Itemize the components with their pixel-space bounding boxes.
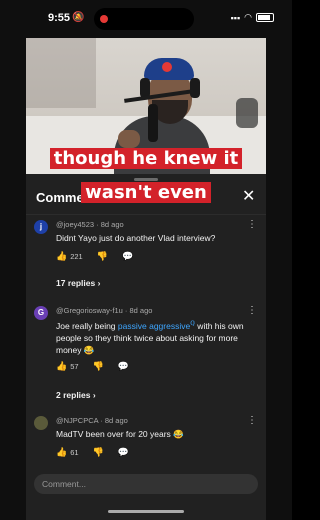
recording-indicator xyxy=(100,15,108,23)
video-background xyxy=(26,38,96,108)
like-count: 221 xyxy=(70,252,83,261)
chevron-right-icon: › xyxy=(92,390,96,400)
view-replies-button[interactable]: 2 replies › xyxy=(56,390,96,400)
comment-input[interactable]: Comment... xyxy=(34,474,258,494)
signal-icon: ▪▪▪ xyxy=(230,12,241,23)
video-headphones xyxy=(236,98,258,128)
like-count: 61 xyxy=(70,448,79,457)
replies-label: 17 replies xyxy=(56,278,96,288)
more-options-icon[interactable]: ⋮ xyxy=(247,219,257,230)
view-replies-button[interactable]: 17 replies › xyxy=(56,278,100,288)
phone-screen: 9:55 🔕 ▪▪▪ ◠ Comments ✕ j @joey4523 · 8d… xyxy=(0,0,292,520)
drag-handle[interactable] xyxy=(134,178,158,181)
like-icon[interactable]: 👍 xyxy=(56,447,67,458)
status-icons: ▪▪▪ ◠ xyxy=(231,12,274,23)
caption-line-2: wasn't even xyxy=(0,182,292,204)
cap-logo xyxy=(162,62,172,72)
video-person-hand xyxy=(118,130,140,148)
comment-actions: 👍 61 👎 💬 xyxy=(56,447,129,458)
replies-label: 2 replies xyxy=(56,390,91,400)
dislike-icon[interactable]: 👎 xyxy=(93,447,104,458)
status-time: 9:55 xyxy=(48,12,71,24)
dislike-icon[interactable]: 👎 xyxy=(93,361,104,372)
comment-text: MadTV been over for 20 years 😂 xyxy=(56,429,184,439)
comment-meta: @joey4523 · 8d ago xyxy=(56,220,124,229)
comment-actions: 👍 57 👎 💬 xyxy=(56,361,129,372)
caption-text-2: wasn't even xyxy=(81,182,211,203)
battery-icon xyxy=(256,13,274,22)
caption-line-1: though he knew it xyxy=(0,148,292,170)
dislike-icon[interactable]: 👎 xyxy=(97,251,108,262)
avatar[interactable] xyxy=(34,416,48,430)
like-icon[interactable]: 👍 xyxy=(56,361,67,372)
silent-bell-icon: 🔕 xyxy=(72,12,85,23)
dynamic-island xyxy=(94,8,194,30)
more-options-icon[interactable]: ⋮ xyxy=(247,305,257,316)
comments-panel: Comments ✕ j @joey4523 · 8d ago ⋮ Didnt … xyxy=(26,174,266,520)
like-icon[interactable]: 👍 xyxy=(56,251,67,262)
comment-text: Didnt Yayo just do another Vlad intervie… xyxy=(56,233,216,243)
caption-text-1: though he knew it xyxy=(49,148,243,169)
comment-input-placeholder: Comment... xyxy=(42,479,86,489)
avatar[interactable]: G xyxy=(34,306,48,320)
video-headphone-right xyxy=(190,78,200,98)
comment-meta: @NJPCPCA · 8d ago xyxy=(56,416,128,425)
status-bar: 9:55 🔕 ▪▪▪ ◠ xyxy=(0,0,292,38)
more-options-icon[interactable]: ⋮ xyxy=(247,415,257,426)
search-link-text: passive aggressive xyxy=(117,320,191,331)
reply-icon[interactable]: 💬 xyxy=(118,361,129,372)
video-microphone xyxy=(148,104,158,142)
divider xyxy=(26,214,266,215)
home-indicator[interactable] xyxy=(108,510,184,513)
comment-text: Joe really being passive aggressiveℚ wit… xyxy=(56,318,248,356)
search-link[interactable]: passive aggressiveℚ xyxy=(118,321,195,331)
reply-icon[interactable]: 💬 xyxy=(118,447,129,458)
comment-actions: 👍 221 👎 💬 xyxy=(56,251,133,262)
chevron-right-icon: › xyxy=(97,278,101,288)
wifi-icon: ◠ xyxy=(244,12,252,22)
comment-meta: @Gregoriosway-f1u · 8d ago xyxy=(56,306,153,315)
reply-icon[interactable]: 💬 xyxy=(122,251,133,262)
avatar[interactable]: j xyxy=(34,220,48,234)
comment-text-start: Joe really being xyxy=(56,320,118,331)
like-count: 57 xyxy=(70,362,79,371)
